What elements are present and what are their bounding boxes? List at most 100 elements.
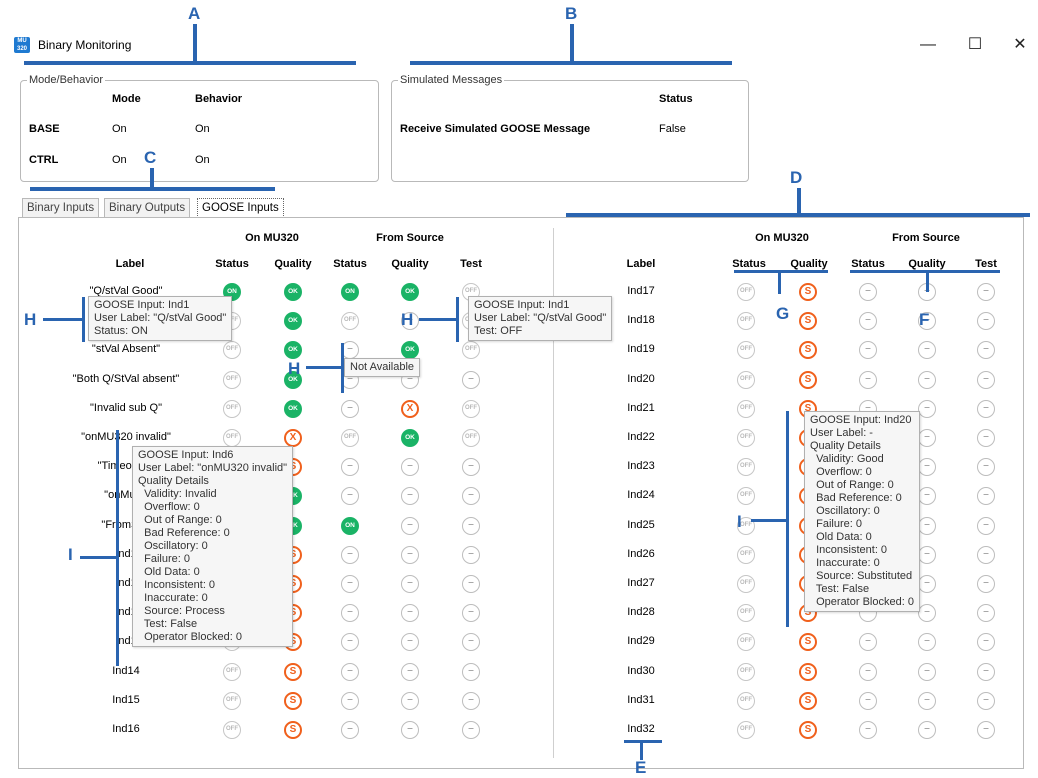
right-source-status-indicator[interactable]: – [859, 662, 877, 681]
left-source-status-indicator[interactable]: – [341, 662, 359, 681]
right-test-indicator[interactable]: – [977, 429, 995, 447]
left-source-quality-indicator[interactable]: X [401, 399, 419, 418]
left-status-indicator[interactable]: OFF [223, 370, 241, 389]
left-quality-indicator[interactable]: S [284, 721, 302, 739]
right-status-indicator[interactable]: OFF [737, 575, 755, 593]
tab-goose-inputs[interactable]: GOOSE Inputs [197, 198, 284, 218]
right-source-status-indicator[interactable]: – [859, 721, 877, 739]
left-row-label: "stVal Absent" [91, 343, 161, 356]
left-status-indicator[interactable]: OFF [223, 399, 241, 418]
left-source-quality-indicator[interactable]: OK [401, 283, 419, 301]
right-source-status-indicator[interactable]: – [859, 691, 877, 710]
annotation-c: C [144, 148, 157, 167]
right-quality-indicator[interactable]: S [799, 370, 817, 389]
right-row-label: Ind27 [627, 577, 655, 589]
right-quality-indicator[interactable]: S [799, 691, 817, 710]
left-source-status-indicator[interactable]: – [341, 575, 359, 593]
left-source-status-indicator[interactable]: – [341, 721, 359, 739]
right-row-label: Ind29 [627, 635, 655, 648]
right-test-indicator[interactable]: – [977, 516, 995, 535]
left-status-indicator[interactable]: OFF [223, 691, 241, 710]
left-source-status-indicator[interactable]: – [341, 545, 359, 564]
right-source-status-indicator[interactable]: – [859, 370, 877, 389]
right-quality-indicator[interactable]: S [799, 662, 817, 681]
left-source-quality-indicator[interactable]: – [401, 545, 419, 564]
left-status-indicator[interactable]: OFF [223, 429, 241, 447]
right-test-indicator[interactable]: – [977, 399, 995, 418]
right-source-status-indicator[interactable]: – [859, 283, 877, 301]
right-test-indicator[interactable]: – [977, 370, 995, 389]
left-source-quality-indicator[interactable]: – [401, 516, 419, 535]
annotation-h2-bar [419, 318, 457, 321]
right-test-indicator[interactable]: – [977, 662, 995, 681]
left-label-header: Label [115, 258, 145, 270]
behavior-header: Behavior [195, 93, 243, 105]
right-source-quality-indicator[interactable]: – [918, 691, 936, 710]
left-source-status-indicator[interactable]: ON [341, 516, 359, 535]
close-button[interactable]: ✕ [1000, 32, 1038, 58]
left-quality-indicator[interactable]: OK [284, 399, 302, 418]
right-source-quality-indicator[interactable]: – [918, 721, 936, 739]
right-source-quality-indicator[interactable]: – [918, 399, 936, 418]
right-status-indicator[interactable]: OFF [737, 370, 755, 389]
right-test-indicator[interactable]: – [977, 691, 995, 710]
left-test-indicator[interactable]: – [462, 370, 480, 389]
annotation-i2-stem [786, 411, 789, 627]
right-status-indicator[interactable]: OFF [737, 283, 755, 301]
left-test-indicator[interactable]: – [462, 516, 480, 535]
right-source-quality-indicator[interactable]: – [918, 516, 936, 535]
right-source-quality-indicator[interactable]: – [918, 575, 936, 593]
left-test-indicator[interactable]: – [462, 691, 480, 710]
left-source-quality-indicator[interactable]: – [401, 691, 419, 710]
left-source-status-indicator[interactable]: ON [341, 283, 359, 301]
left-source-status-indicator[interactable]: – [341, 399, 359, 418]
left-quality-indicator[interactable]: OK [284, 283, 302, 301]
maximize-button[interactable]: ☐ [955, 32, 995, 58]
right-status-indicator[interactable]: OFF [737, 662, 755, 681]
right-test-header: Test [975, 258, 997, 270]
left-test-indicator[interactable]: – [462, 575, 480, 593]
annotation-c-bar [30, 187, 275, 191]
right-status-indicator[interactable]: OFF [737, 721, 755, 739]
left-quality-indicator[interactable]: S [284, 662, 302, 681]
ctrl-label: CTRL [29, 154, 59, 166]
right-status-indicator[interactable]: OFF [737, 429, 755, 447]
right-quality-indicator[interactable]: S [799, 283, 817, 301]
left-quality-indicator[interactable]: X [284, 429, 302, 447]
right-test-indicator[interactable]: – [977, 283, 995, 301]
left-status-indicator[interactable]: OFF [223, 721, 241, 739]
left-test-indicator[interactable]: – [462, 545, 480, 564]
left-source-quality-indicator[interactable]: – [401, 575, 419, 593]
annotation-a-bar [24, 61, 356, 65]
simulated-status-header: Status [659, 93, 693, 105]
right-source-quality-indicator[interactable]: – [918, 370, 936, 389]
right-source-quality-indicator[interactable]: – [918, 429, 936, 447]
left-test-indicator[interactable]: – [462, 721, 480, 739]
right-source-quality-indicator[interactable]: – [918, 662, 936, 681]
tab-binary-outputs[interactable]: Binary Outputs [104, 198, 191, 218]
right-test-indicator[interactable]: – [977, 575, 995, 593]
right-status-indicator[interactable]: OFF [737, 691, 755, 710]
left-test-indicator[interactable]: OFF [462, 429, 480, 447]
right-status-indicator[interactable]: OFF [737, 399, 755, 418]
minimize-button[interactable]: — [908, 32, 948, 58]
annotation-e: E [635, 758, 647, 777]
left-source-status-indicator[interactable]: – [341, 691, 359, 710]
right-status-indicator[interactable]: OFF [737, 545, 755, 564]
simulated-messages-group: Simulated Messages Status Receive Simula… [391, 74, 749, 182]
left-source-quality-indicator[interactable]: OK [401, 429, 419, 447]
tab-binary-inputs[interactable]: Binary Inputs [22, 198, 100, 218]
right-test-indicator[interactable]: – [977, 721, 995, 739]
simulated-legend: Simulated Messages [398, 74, 505, 86]
left-status-indicator[interactable]: OFF [223, 662, 241, 681]
left-source-status-indicator[interactable]: OFF [341, 429, 359, 447]
left-test-indicator[interactable]: OFF [462, 399, 480, 418]
right-source-quality-indicator[interactable]: – [918, 545, 936, 564]
left-source-quality-indicator[interactable]: – [401, 721, 419, 739]
left-source-quality-indicator[interactable]: – [401, 662, 419, 681]
left-test-indicator[interactable]: – [462, 662, 480, 681]
right-test-indicator[interactable]: – [977, 545, 995, 564]
left-quality-indicator[interactable]: S [284, 691, 302, 710]
right-quality-indicator[interactable]: S [799, 721, 817, 739]
left-row-label: Ind16 [112, 723, 140, 735]
